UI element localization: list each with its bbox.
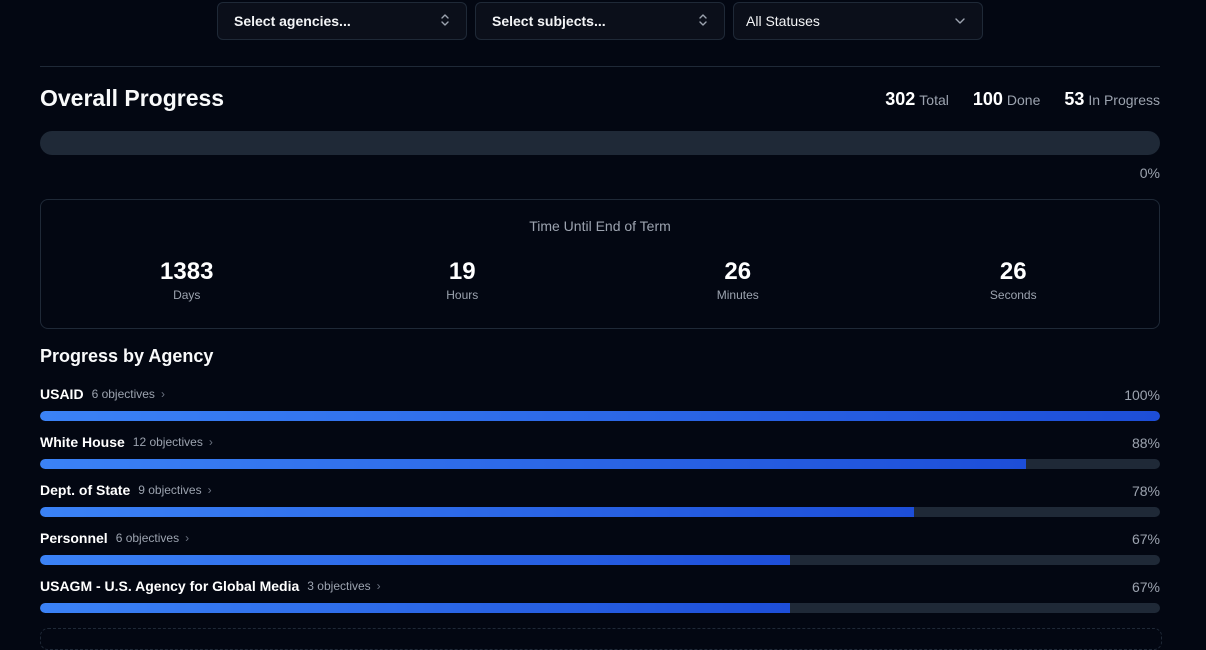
agency-row-dept-of-state[interactable]: Dept. of State 9 objectives › 78% xyxy=(40,481,1160,529)
agency-progress-fill xyxy=(40,507,914,517)
agency-objectives-count: 6 objectives xyxy=(115,531,180,545)
stat-total: 302 Total xyxy=(885,89,949,110)
stat-in-progress-value: 53 xyxy=(1064,89,1085,109)
agency-objectives-count: 6 objectives xyxy=(91,387,155,401)
countdown-seconds: 26 Seconds xyxy=(876,258,1152,302)
divider xyxy=(40,66,1160,67)
chevron-right-icon: › xyxy=(376,579,381,593)
agency-name: White House xyxy=(40,434,125,450)
agency-progress-bar xyxy=(40,507,1160,517)
stat-done: 100 Done xyxy=(973,89,1041,110)
agencies-select[interactable]: Select agencies... xyxy=(217,2,467,40)
agency-progress-bar xyxy=(40,555,1160,565)
page-title: Overall Progress xyxy=(40,85,225,111)
chevron-right-icon: › xyxy=(207,483,212,497)
agency-progress-bar xyxy=(40,459,1160,469)
agency-name: USAID xyxy=(40,386,84,402)
status-select[interactable]: All Statuses xyxy=(733,2,983,40)
stat-total-value: 302 xyxy=(885,89,916,109)
agency-objectives-count: 12 objectives xyxy=(132,435,203,449)
filter-bar: Select agencies... Select subjects... Al… xyxy=(217,2,983,40)
countdown-value: 26 xyxy=(999,258,1027,285)
countdown-label: Minutes xyxy=(716,288,759,302)
agency-percent: 78% xyxy=(1131,483,1160,499)
chevron-up-down-icon xyxy=(698,13,708,30)
countdown-label: Seconds xyxy=(989,288,1037,302)
chevron-right-icon: › xyxy=(185,531,190,545)
chevron-up-down-icon xyxy=(440,13,450,30)
countdown-value: 1383 xyxy=(160,258,214,285)
countdown-units: 1383 Days 19 Hours 26 Minutes 26 Seconds xyxy=(49,258,1151,302)
agency-objectives-count: 3 objectives xyxy=(307,579,371,593)
chevron-down-icon xyxy=(954,14,966,28)
agency-row-personnel[interactable]: Personnel 6 objectives › 67% xyxy=(40,529,1160,577)
overall-progress-bar xyxy=(40,131,1160,155)
countdown-value: 26 xyxy=(724,258,752,285)
agency-row-usagm[interactable]: USAGM - U.S. Agency for Global Media 3 o… xyxy=(40,577,1160,625)
agency-percent: 88% xyxy=(1131,435,1160,451)
agency-name: USAGM - U.S. Agency for Global Media xyxy=(40,578,300,594)
stat-in-progress: 53 In Progress xyxy=(1064,89,1160,110)
agency-percent: 100% xyxy=(1124,387,1160,403)
stat-done-label: Done xyxy=(1006,92,1041,108)
next-section-card xyxy=(40,628,1162,650)
agency-list: USAID 6 objectives › 100% White House 12… xyxy=(40,385,1160,625)
countdown-title: Time Until End of Term xyxy=(529,218,671,234)
agency-progress-fill xyxy=(40,411,1160,421)
agency-row-white-house[interactable]: White House 12 objectives › 88% xyxy=(40,433,1160,481)
stat-done-value: 100 xyxy=(972,89,1003,109)
agency-progress-bar xyxy=(40,603,1160,613)
stat-in-progress-label: In Progress xyxy=(1088,92,1160,108)
chevron-right-icon: › xyxy=(160,387,165,401)
agency-percent: 67% xyxy=(1131,579,1160,595)
countdown-hours: 19 Hours xyxy=(325,258,601,302)
subjects-select[interactable]: Select subjects... xyxy=(475,2,725,40)
agency-progress-fill xyxy=(40,555,791,565)
countdown-days: 1383 Days xyxy=(49,258,325,302)
agency-row-usaid[interactable]: USAID 6 objectives › 100% xyxy=(40,385,1160,433)
status-select-label: All Statuses xyxy=(746,13,820,29)
countdown-value: 19 xyxy=(448,258,476,285)
agency-progress-fill xyxy=(40,459,1026,469)
countdown-label: Hours xyxy=(446,288,479,302)
term-countdown: Time Until End of Term 1383 Days 19 Hour… xyxy=(40,199,1160,329)
overall-progress-percent: 0% xyxy=(1139,165,1160,181)
agency-objectives-count: 9 objectives xyxy=(138,483,202,497)
agencies-select-label: Select agencies... xyxy=(234,13,351,29)
agency-name: Dept. of State xyxy=(40,482,131,498)
agency-percent: 67% xyxy=(1131,531,1160,547)
agency-name: Personnel xyxy=(40,530,108,546)
overall-stats: 302 Total 100 Done 53 In Progress xyxy=(885,89,1160,110)
stat-total-label: Total xyxy=(919,92,949,108)
subjects-select-label: Select subjects... xyxy=(492,13,606,29)
countdown-label: Days xyxy=(173,288,201,302)
agency-progress-bar xyxy=(40,411,1160,421)
chevron-right-icon: › xyxy=(208,435,213,449)
agency-section-title: Progress by Agency xyxy=(40,346,214,366)
countdown-minutes: 26 Minutes xyxy=(600,258,876,302)
agency-progress-fill xyxy=(40,603,791,613)
